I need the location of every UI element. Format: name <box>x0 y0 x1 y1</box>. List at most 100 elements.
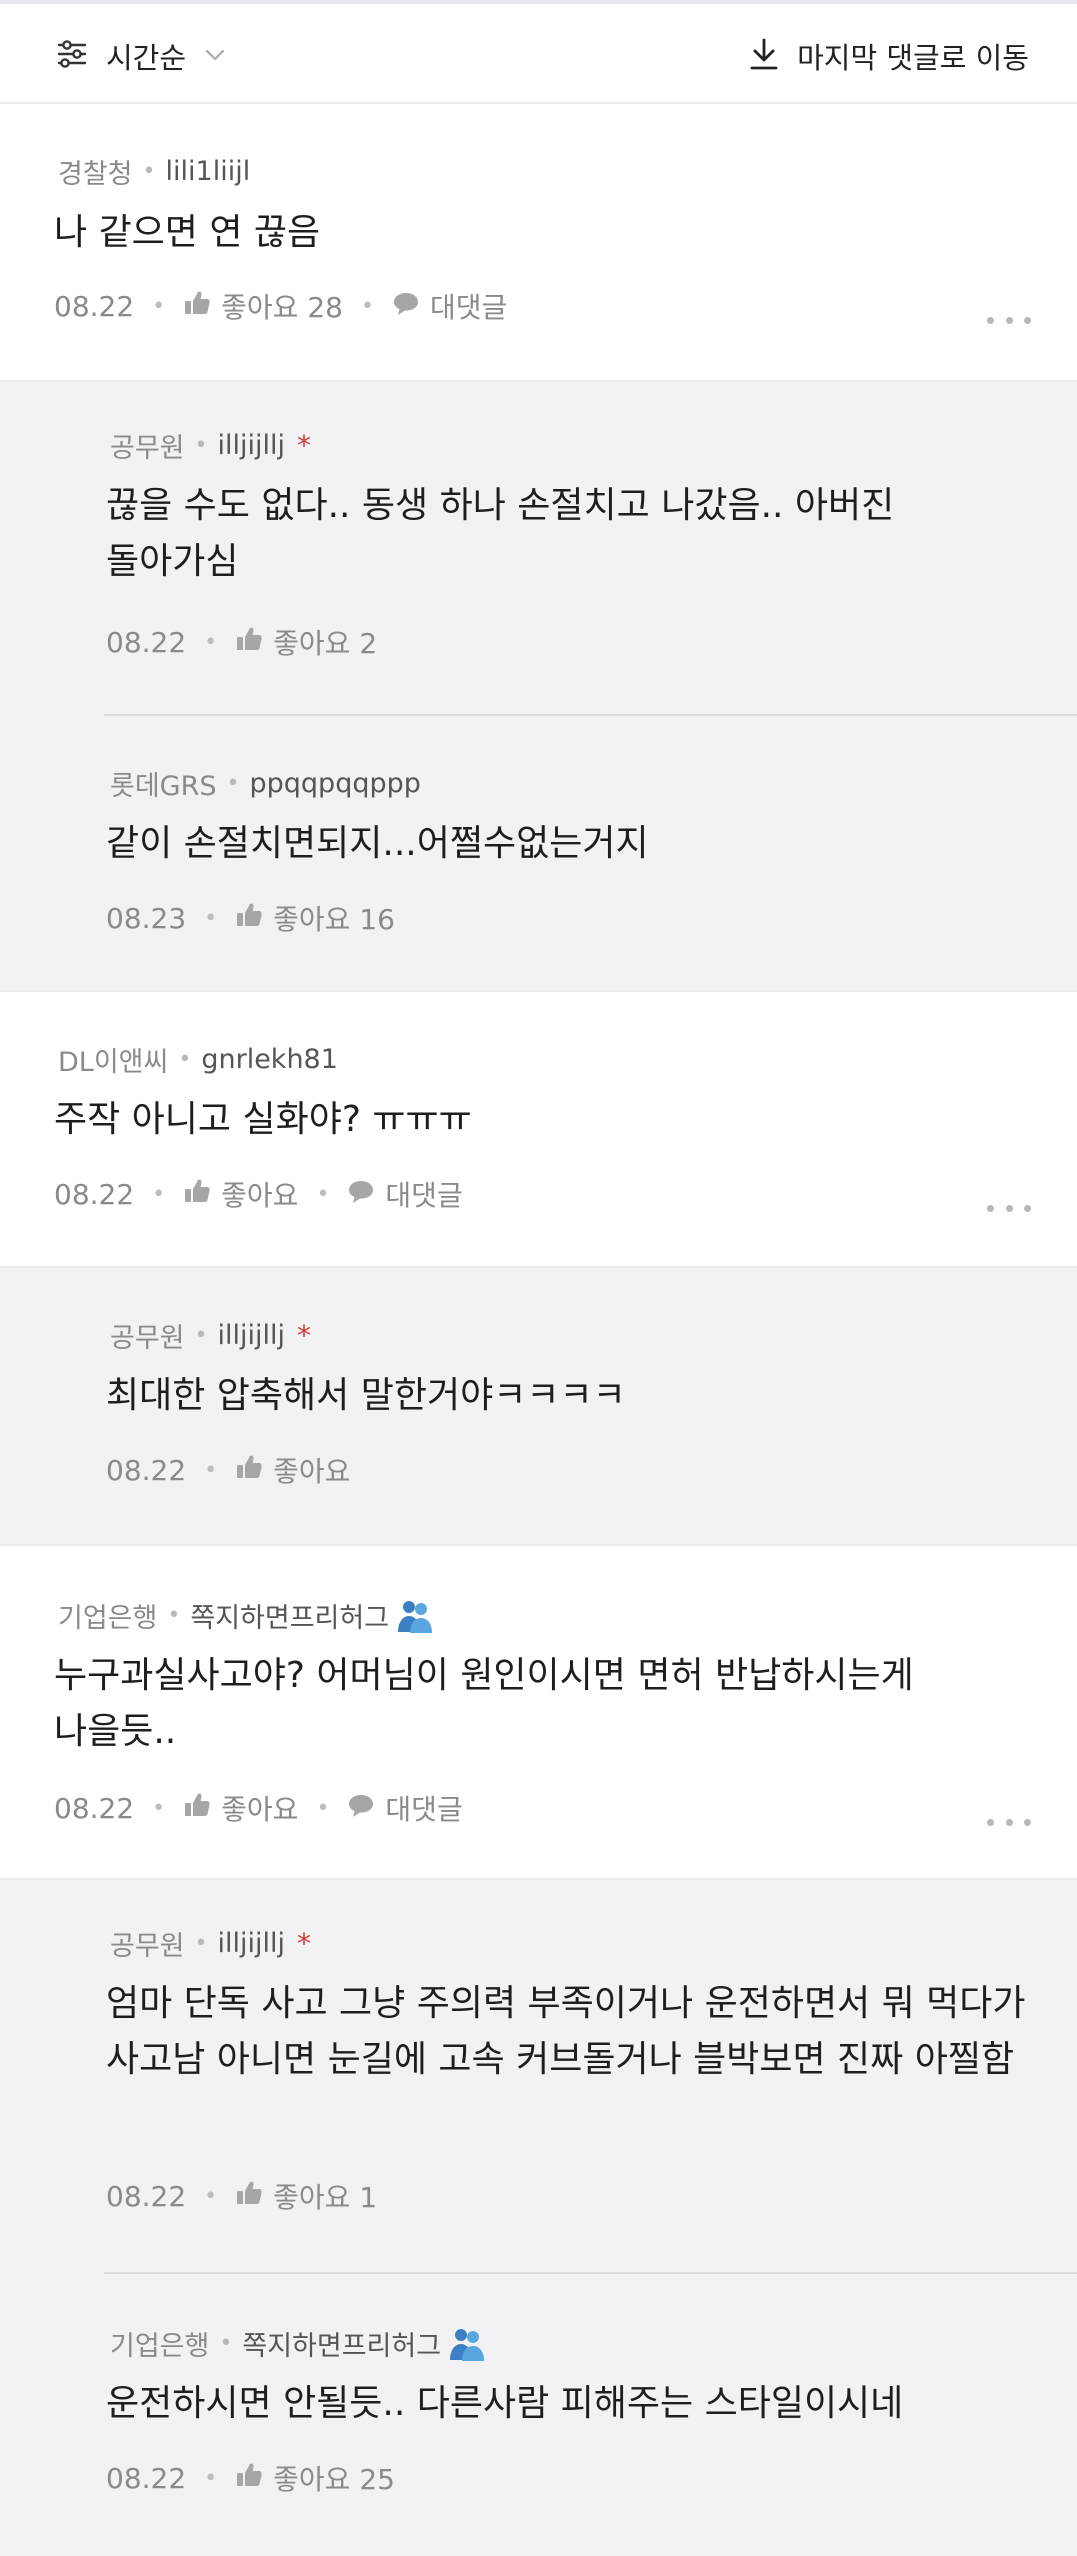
sort-dropdown[interactable]: 시간순 <box>56 34 226 78</box>
author-company[interactable]: 공무원 <box>110 1924 185 1963</box>
author-nickname[interactable]: 쪽지하면프리허그 <box>190 1596 389 1635</box>
author-company[interactable]: 기업은행 <box>58 1596 157 1635</box>
comment-text: 주작 아니고 실화야? ㅠㅠㅠ <box>54 1099 472 1140</box>
download-arrow-icon <box>749 37 779 75</box>
comment-item: 기업은행 • 쪽지하면프리허그 누구과실사고야? 어머님이 원인이시면 면허 반… <box>0 1544 1077 1880</box>
author-nickname[interactable]: lili1liijl <box>166 156 251 187</box>
speech-bubble-icon <box>392 290 430 323</box>
like-count: 좋아요 1 <box>273 2181 378 2214</box>
reply-item: 공무원 • illjijllj * 끊을 수도 없다.. 동생 하나 손절치고 … <box>0 382 1077 714</box>
comment-date: 08.22 <box>106 1453 187 1487</box>
like-count: 좋아요 <box>221 1793 299 1826</box>
comment-actions: 08.22 • 좋아요 25 <box>106 2458 395 2498</box>
comment-meta: 공무원 • illjijllj * <box>110 1924 311 1963</box>
reply-item: 롯데GRS • ppqqpqqppp 같이 손절치면되지...어쩔수없는거지 0… <box>0 714 1077 990</box>
comment-item: DL이앤씨 • gnrlekh81 주작 아니고 실화야? ㅠㅠㅠ 08.22 … <box>0 990 1077 1268</box>
hugging-people-icon <box>447 2326 487 2362</box>
thumbs-up-icon <box>235 625 273 660</box>
reply-button[interactable]: 대댓글 <box>392 286 507 326</box>
comment-meta: 기업은행 • 쪽지하면프리허그 <box>110 2324 487 2363</box>
like-button[interactable]: 좋아요 <box>183 1174 298 1214</box>
comment-meta: 기업은행 • 쪽지하면프리허그 <box>58 1596 435 1635</box>
author-company[interactable]: 기업은행 <box>110 2324 209 2363</box>
jump-label: 마지막 댓글로 이동 <box>797 41 1029 75</box>
comment-text: 끊을 수도 없다.. 동생 하나 손절치고 나갔음.. 아버진 돌아가심 <box>106 485 895 582</box>
like-button[interactable]: 좋아요 <box>235 1450 350 1490</box>
comment-date: 08.22 <box>106 2179 187 2213</box>
thumbs-up-icon <box>235 2179 273 2214</box>
author-company[interactable]: 롯데GRS <box>110 764 217 803</box>
filter-sliders-icon <box>56 38 88 74</box>
author-company[interactable]: 공무원 <box>110 1316 185 1355</box>
reply-item: 공무원 • illjijllj * 엄마 단독 사고 그냥 주의력 부족이거나 … <box>0 1880 1077 2272</box>
like-count: 좋아요 16 <box>273 903 395 936</box>
comment-text: 나 같으면 연 끊음 <box>54 212 321 253</box>
comment-text: 엄마 단독 사고 그냥 주의력 부족이거나 운전하면서 뭐 먹다가 사고남 아니… <box>106 1983 1026 2080</box>
reply-divider <box>104 714 1077 716</box>
comment-date: 08.22 <box>54 289 135 323</box>
author-nickname[interactable]: 쪽지하면프리허그 <box>242 2324 441 2363</box>
speech-bubble-icon <box>347 1178 385 1211</box>
comment-item: 경찰청 • lili1liijl 나 같으면 연 끊음 08.22 • 좋아요 … <box>0 106 1077 382</box>
like-count: 좋아요 25 <box>273 2463 395 2496</box>
jump-to-last-comment-button[interactable]: 마지막 댓글로 이동 <box>749 34 1029 78</box>
thumbs-up-icon <box>235 2461 273 2496</box>
author-company[interactable]: DL이앤씨 <box>58 1040 168 1079</box>
comment-date: 08.23 <box>106 901 187 935</box>
comment-actions: 08.22 • 좋아요 <box>106 1450 350 1490</box>
reply-label: 대댓글 <box>385 1793 463 1826</box>
comment-date: 08.22 <box>106 2461 187 2495</box>
author-nickname[interactable]: gnrlekh81 <box>201 1044 338 1075</box>
comment-actions: 08.22 • 좋아요 2 <box>106 622 377 662</box>
reply-button[interactable]: 대댓글 <box>347 1788 463 1828</box>
comment-meta: 롯데GRS • ppqqpqqppp <box>110 764 421 803</box>
author-nickname[interactable]: ppqqpqqppp <box>250 768 421 799</box>
comment-meta: 공무원 • illjijllj * <box>110 426 311 465</box>
comment-date: 08.22 <box>54 1791 135 1825</box>
comment-date: 08.22 <box>54 1177 135 1211</box>
thumbs-up-icon <box>183 1791 221 1826</box>
like-button[interactable]: 좋아요 16 <box>235 898 395 938</box>
reply-item: 기업은행 • 쪽지하면프리허그 운전하시면 안될듯.. 다른사람 피해주는 스타… <box>0 2272 1077 2556</box>
like-button[interactable]: 좋아요 <box>183 1788 298 1828</box>
comment-meta: DL이앤씨 • gnrlekh81 <box>58 1040 338 1079</box>
sort-label: 시간순 <box>106 41 187 75</box>
comment-text: 누구과실사고야? 어머님이 원인이시면 면허 반납하시는게 나을듯.. <box>54 1655 914 1752</box>
reply-button[interactable]: 대댓글 <box>347 1174 463 1214</box>
like-button[interactable]: 좋아요 2 <box>235 622 377 662</box>
more-options-icon[interactable] <box>987 310 1031 330</box>
comment-toolbar: 시간순 마지막 댓글로 이동 <box>0 4 1077 104</box>
author-nickname[interactable]: illjijllj <box>218 1928 286 1959</box>
original-poster-mark: * <box>297 1319 312 1352</box>
thumbs-up-icon <box>235 1453 273 1488</box>
original-poster-mark: * <box>297 429 312 462</box>
comment-text: 최대한 압축해서 말한거야ㅋㅋㅋㅋ <box>106 1375 626 1416</box>
like-count: 좋아요 <box>273 1455 351 1488</box>
author-nickname[interactable]: illjijllj <box>218 1320 286 1351</box>
like-button[interactable]: 좋아요 25 <box>235 2458 395 2498</box>
comment-actions: 08.22 • 좋아요 28 • 대댓글 <box>54 286 507 326</box>
reply-divider <box>104 2272 1077 2274</box>
like-count: 좋아요 <box>221 1179 299 1212</box>
comment-text: 운전하시면 안될듯.. 다른사람 피해주는 스타일이시네 <box>106 2383 904 2424</box>
thumbs-up-icon <box>183 289 221 324</box>
original-poster-mark: * <box>297 1927 312 1960</box>
comment-actions: 08.22 • 좋아요 • 대댓글 <box>54 1788 463 1828</box>
more-options-icon[interactable] <box>987 1812 1031 1832</box>
comment-meta: 경찰청 • lili1liijl <box>58 152 250 191</box>
more-options-icon[interactable] <box>987 1198 1031 1218</box>
like-button[interactable]: 좋아요 28 <box>183 286 343 326</box>
reply-label: 대댓글 <box>385 1179 463 1212</box>
comment-actions: 08.22 • 좋아요 1 <box>106 2176 377 2216</box>
author-company[interactable]: 공무원 <box>110 426 185 465</box>
comment-actions: 08.23 • 좋아요 16 <box>106 898 395 938</box>
author-nickname[interactable]: illjijllj <box>218 430 286 461</box>
author-company[interactable]: 경찰청 <box>58 152 133 191</box>
chevron-down-icon <box>204 47 226 66</box>
reply-label: 대댓글 <box>429 291 508 324</box>
comment-actions: 08.22 • 좋아요 • 대댓글 <box>54 1174 463 1214</box>
thumbs-up-icon <box>235 901 273 936</box>
comment-date: 08.22 <box>106 625 187 659</box>
like-button[interactable]: 좋아요 1 <box>235 2176 377 2216</box>
thumbs-up-icon <box>183 1177 221 1212</box>
